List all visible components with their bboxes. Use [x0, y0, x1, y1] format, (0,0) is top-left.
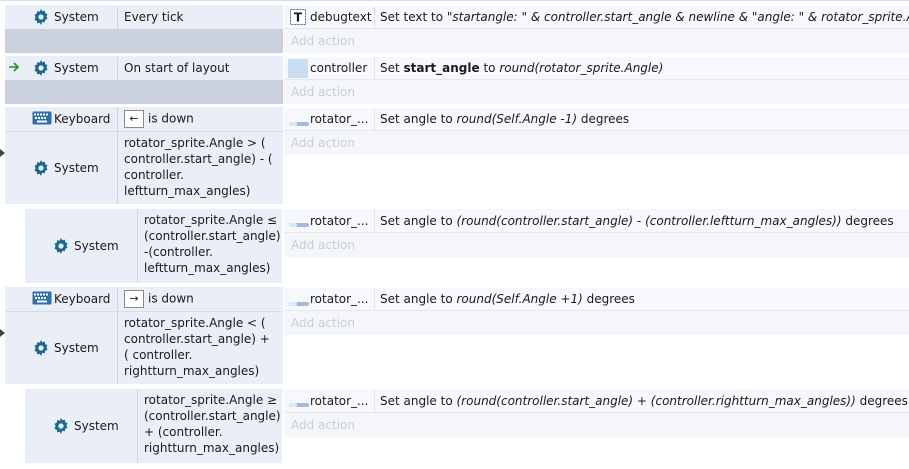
condition-row[interactable]: Keyboard → is down: [5, 287, 283, 312]
condition-object-name: Keyboard: [54, 292, 111, 306]
add-action-button[interactable]: Add action: [284, 80, 909, 104]
condition-row[interactable]: System rotator_sprite.Angle > ( controll…: [5, 132, 283, 204]
action-row[interactable]: controller Set start_angle to round(rota…: [284, 57, 909, 80]
sprite-icon: [289, 217, 309, 231]
add-action-button[interactable]: Add action: [284, 311, 909, 335]
action-object-name: rotator_...: [310, 292, 369, 306]
action-row[interactable]: rotator_... Set angle to round(Self.Angl…: [284, 288, 909, 311]
keyboard-icon: [32, 111, 52, 128]
action-text: Set angle to round(Self.Angle +1) degree…: [380, 292, 635, 306]
sprite-icon: [289, 116, 309, 130]
gear-icon: [33, 340, 49, 356]
action-text: Set angle to (round(controller.start_ang…: [380, 394, 908, 408]
condition-text: → is down: [124, 290, 194, 308]
add-action-button[interactable]: Add action: [284, 413, 909, 437]
condition-text: rotator_sprite.Angle ≤ (controller.start…: [144, 213, 281, 275]
action-row[interactable]: T debugtext Set text to "startangle: " &…: [284, 6, 909, 29]
sub-event-block[interactable]: System rotator_sprite.Angle ≥ (controlle…: [25, 389, 909, 463]
sprite-icon: [289, 397, 309, 411]
action-object-name: rotator_...: [310, 394, 369, 408]
action-object-name: controller: [310, 61, 368, 75]
action-object-name: debugtext: [310, 10, 372, 24]
add-action-button[interactable]: Add action: [284, 233, 909, 257]
condition-object-name: System: [54, 341, 99, 355]
action-row[interactable]: rotator_... Set angle to (round(controll…: [284, 389, 909, 413]
collapse-arrow-icon[interactable]: [0, 326, 5, 340]
keyboard-icon: [32, 291, 52, 308]
left-arrow-key-icon: ←: [124, 110, 144, 128]
condition-object-name: System: [54, 61, 99, 75]
condition-text: rotator_sprite.Angle ≥ (controller.start…: [144, 393, 281, 455]
add-action-button[interactable]: Add action: [284, 29, 909, 53]
action-text: Set start_angle to round(rotator_sprite.…: [380, 61, 664, 75]
condition-text: rotator_sprite.Angle < ( controller.star…: [124, 316, 270, 378]
sub-event-block[interactable]: System rotator_sprite.Angle ≤ (controlle…: [25, 209, 909, 283]
action-object-name: rotator_...: [310, 214, 369, 228]
condition-object-name: System: [74, 419, 119, 433]
action-text: Set text to "startangle: " & controller.…: [380, 10, 909, 24]
condition-row[interactable]: Keyboard ← is down: [5, 107, 283, 132]
svg-text:T: T: [294, 11, 303, 25]
gear-icon: [33, 60, 49, 76]
gear-icon: [53, 418, 69, 434]
object-icon: [288, 59, 308, 78]
condition-text: Every tick: [124, 10, 184, 24]
condition-object-name: System: [74, 239, 119, 253]
condition-text: ← is down: [124, 110, 194, 128]
condition-row[interactable]: System Every tick: [27, 6, 283, 29]
action-row[interactable]: rotator_... Set angle to round(Self.Angl…: [284, 108, 909, 131]
condition-object-name: System: [54, 161, 99, 175]
trigger-arrow-icon: [9, 61, 21, 76]
action-text: Set angle to round(Self.Angle -1) degree…: [380, 112, 630, 126]
event-block-3[interactable]: Keyboard ← is down System rotator_sprite.…: [5, 107, 909, 204]
right-arrow-key-icon: →: [124, 290, 144, 308]
add-action-button[interactable]: Add action: [284, 131, 909, 155]
action-object-name: rotator_...: [310, 112, 369, 126]
condition-object-name: System: [54, 10, 99, 24]
event-block-1[interactable]: System Every tick T debugtext Set text t…: [5, 5, 909, 53]
collapse-arrow-icon[interactable]: [0, 146, 5, 160]
condition-text: rotator_sprite.Angle > ( controller.star…: [124, 136, 273, 198]
event-block-4[interactable]: Keyboard → is down System rotator_sprite.…: [5, 287, 909, 384]
gear-icon: [33, 160, 49, 176]
condition-row[interactable]: System On start of layout: [27, 57, 283, 80]
gear-icon: [53, 238, 69, 254]
condition-row[interactable]: System rotator_sprite.Angle < ( controll…: [5, 312, 283, 384]
condition-text: On start of layout: [124, 61, 230, 75]
action-text: Set angle to (round(controller.start_ang…: [380, 214, 894, 228]
sprite-icon: [289, 296, 309, 310]
text-object-icon: T: [290, 9, 306, 28]
event-block-2[interactable]: System On start of layout controller Set…: [5, 56, 909, 104]
condition-object-name: Keyboard: [54, 112, 111, 126]
action-row[interactable]: rotator_... Set angle to (round(controll…: [284, 209, 909, 233]
gear-icon: [33, 9, 49, 25]
